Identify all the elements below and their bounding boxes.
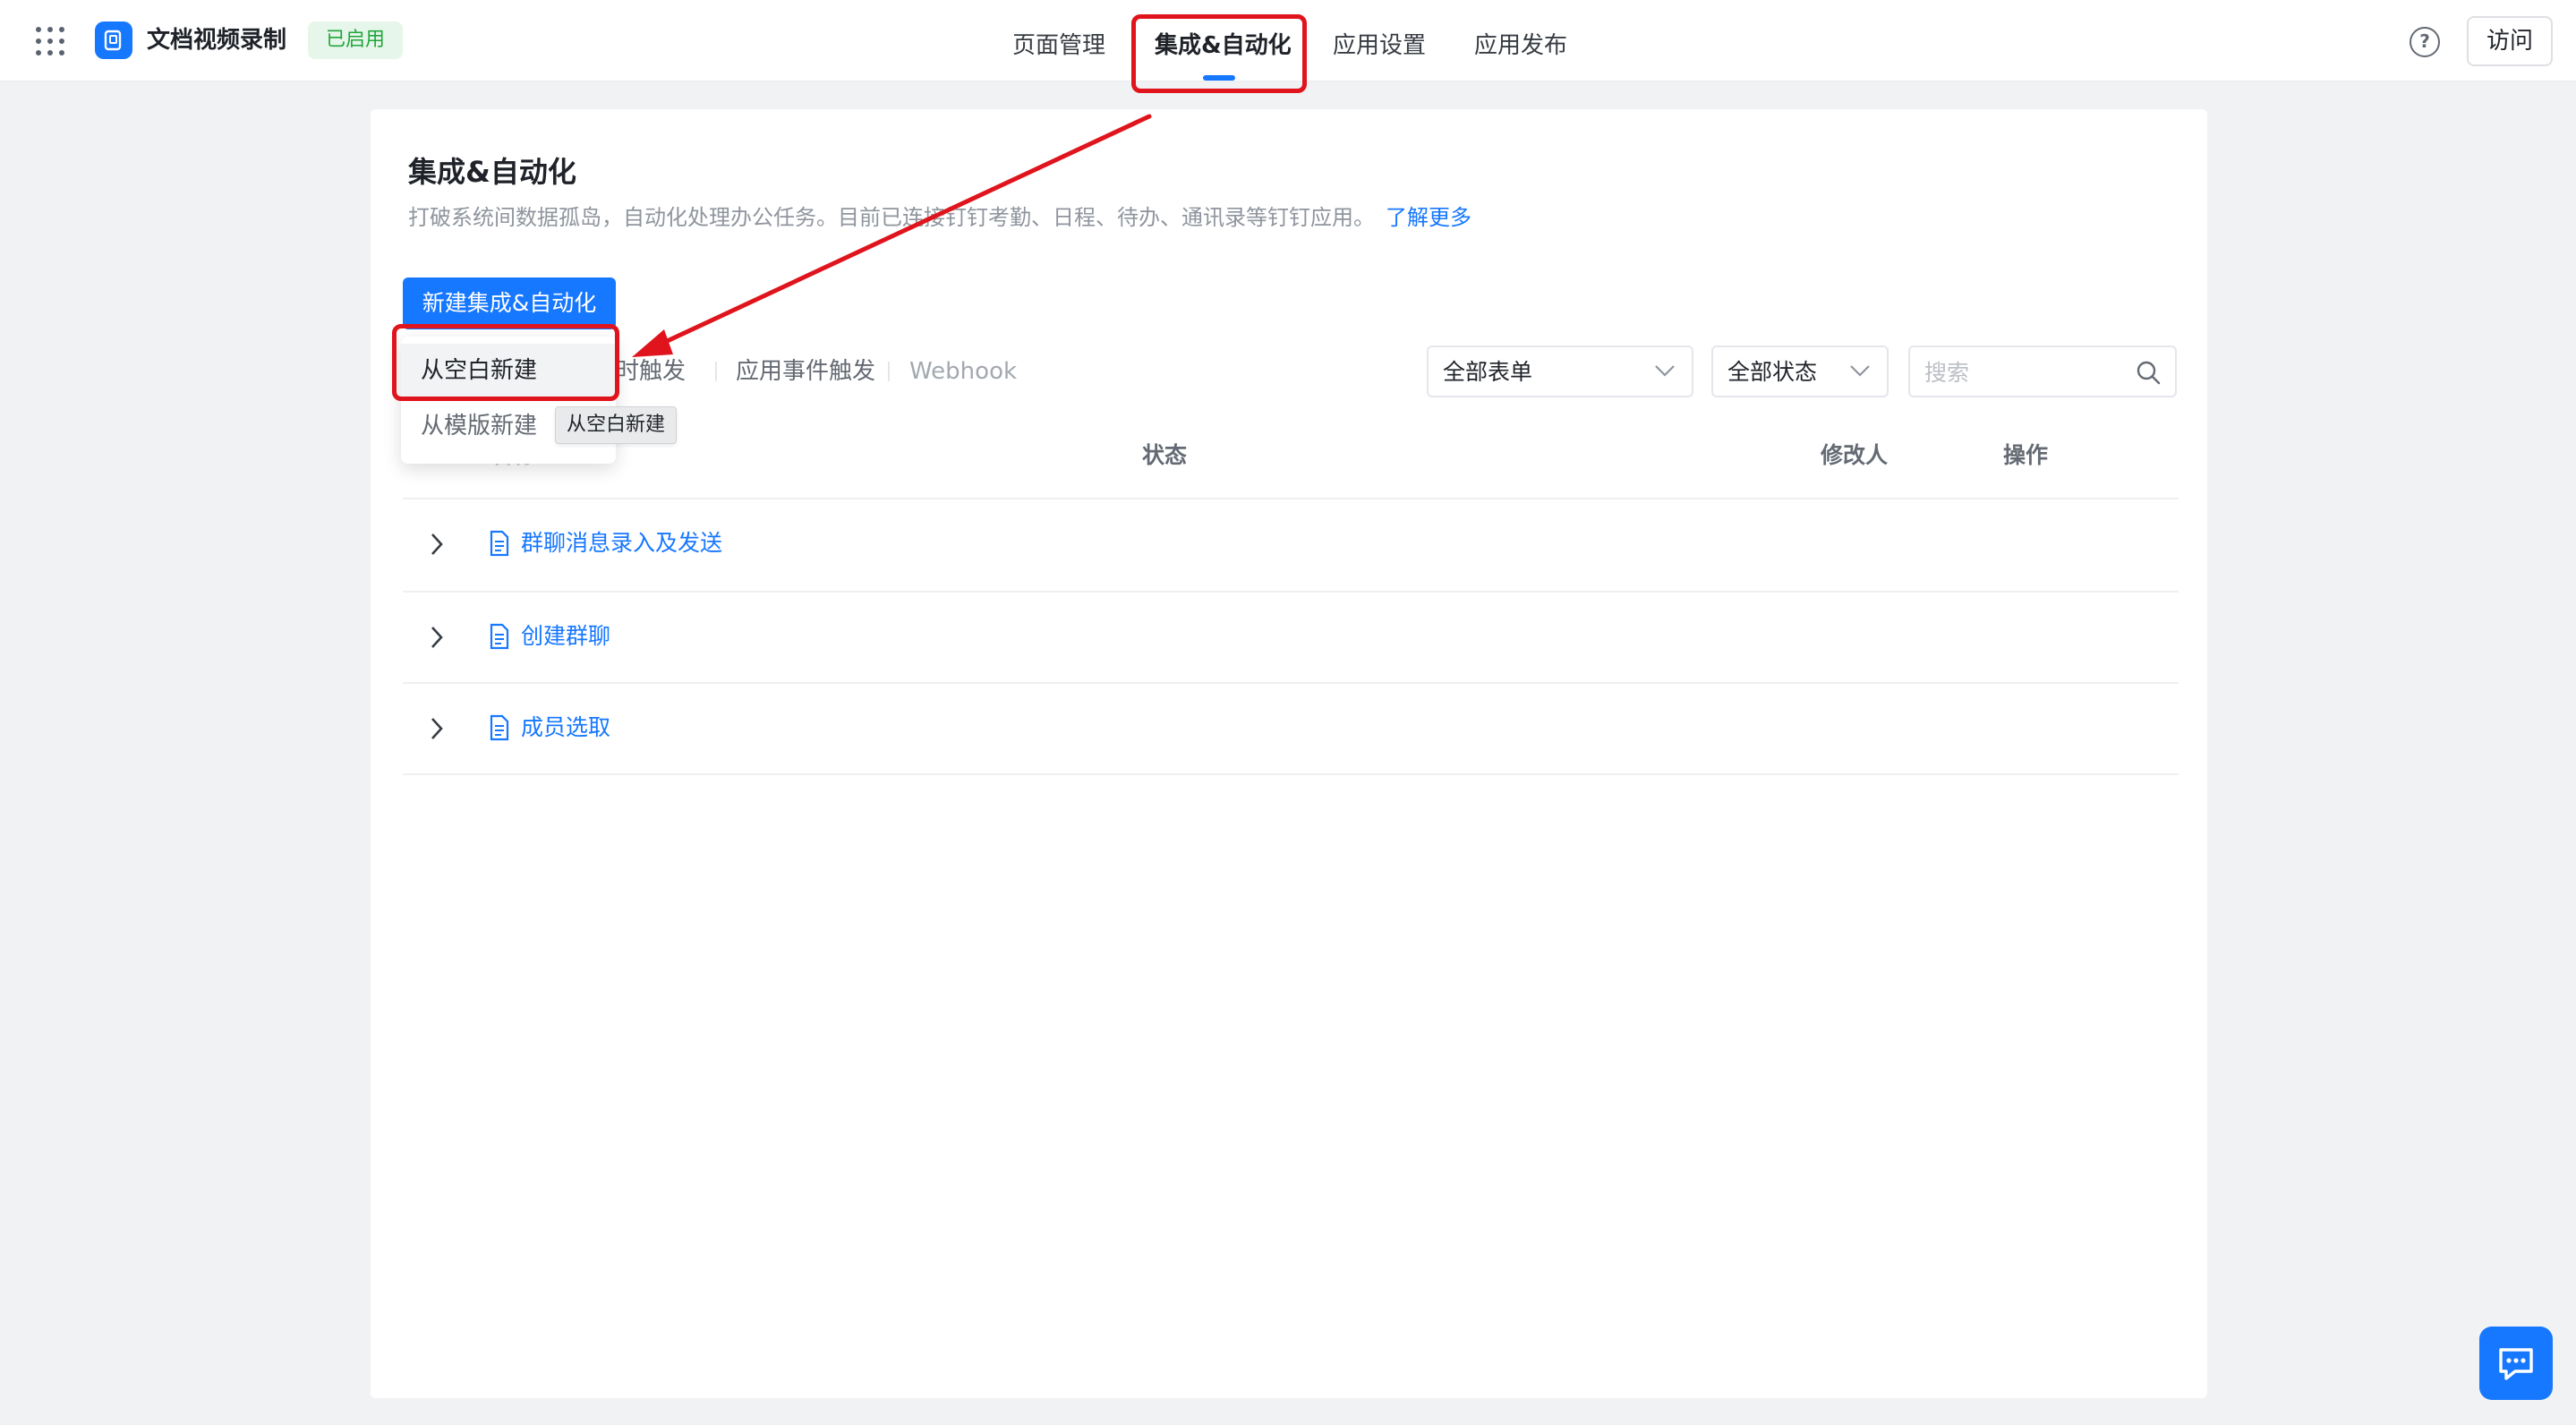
search-icon[interactable]: [2136, 360, 2161, 385]
new-integration-button[interactable]: 新建集成&自动化: [403, 277, 616, 329]
row-name[interactable]: 创建群聊: [521, 621, 610, 652]
table-divider: [403, 773, 2179, 775]
app-name: 文档视频录制: [147, 27, 287, 54]
document-icon: [490, 714, 509, 741]
chevron-down-icon: [1850, 365, 1870, 377]
form-select-value: 全部表单: [1443, 359, 1533, 385]
column-header-status: 状态: [1142, 442, 1188, 468]
form-select[interactable]: 全部表单: [1427, 346, 1693, 397]
tab-integration-automation[interactable]: 集成&自动化: [1155, 30, 1292, 61]
document-icon: [490, 530, 509, 557]
chat-support-button[interactable]: [2479, 1327, 2553, 1400]
search-box: [1908, 346, 2177, 397]
table-row[interactable]: 群聊消息录入及发送: [403, 499, 2179, 589]
page-title: 集成&自动化: [408, 155, 576, 189]
help-icon[interactable]: ?: [2410, 27, 2440, 57]
tab-app-publish[interactable]: 应用发布: [1474, 30, 1567, 61]
chevron-down-icon: [1655, 365, 1675, 377]
chevron-right-icon[interactable]: [430, 716, 444, 741]
active-tab-indicator: [1203, 75, 1235, 81]
row-name[interactable]: 群聊消息录入及发送: [521, 528, 722, 559]
description-text: 打破系统间数据孤岛，自动化处理办公任务。目前已连接钉钉考勤、日程、待办、通讯录等…: [408, 205, 1375, 230]
row-name[interactable]: 成员选取: [521, 712, 610, 743]
chat-icon: [2499, 1348, 2533, 1380]
column-header-actions: 操作: [2003, 442, 2049, 468]
status-select[interactable]: 全部状态: [1711, 346, 1889, 397]
chevron-right-icon[interactable]: [430, 532, 444, 557]
learn-more-link[interactable]: 了解更多: [1386, 205, 1471, 230]
menu-item-new-blank[interactable]: 从空白新建: [401, 344, 616, 397]
new-dropdown-menu: 从空白新建 从模版新建: [401, 337, 616, 464]
table-row[interactable]: 成员选取: [403, 684, 2179, 773]
app-logo-icon: [95, 21, 132, 59]
page-description: 打破系统间数据孤岛，自动化处理办公任务。目前已连接钉钉考勤、日程、待办、通讯录等…: [408, 202, 1471, 233]
visit-button[interactable]: 访问: [2467, 16, 2553, 66]
tab-page-management[interactable]: 页面管理: [1012, 30, 1105, 61]
tab-app-settings[interactable]: 应用设置: [1333, 30, 1426, 61]
column-header-modifier: 修改人: [1821, 442, 1889, 468]
search-input[interactable]: [1924, 356, 2121, 388]
filter-tab-webhook[interactable]: Webhook: [909, 356, 1017, 387]
status-badge: 已启用: [308, 21, 404, 59]
top-bar: 文档视频录制 已启用 页面管理 集成&自动化 应用设置 应用发布 ? 访问: [0, 0, 2576, 82]
chevron-right-icon[interactable]: [430, 625, 444, 650]
apps-grid-icon[interactable]: [36, 27, 64, 55]
filter-divider: [888, 362, 890, 381]
table-row[interactable]: 创建群聊: [403, 593, 2179, 682]
status-select-value: 全部状态: [1727, 359, 1818, 385]
document-icon: [490, 623, 509, 650]
filter-divider: [715, 362, 717, 381]
filter-tab-app-event[interactable]: 应用事件触发: [736, 356, 875, 387]
tooltip: 从空白新建: [555, 406, 678, 444]
